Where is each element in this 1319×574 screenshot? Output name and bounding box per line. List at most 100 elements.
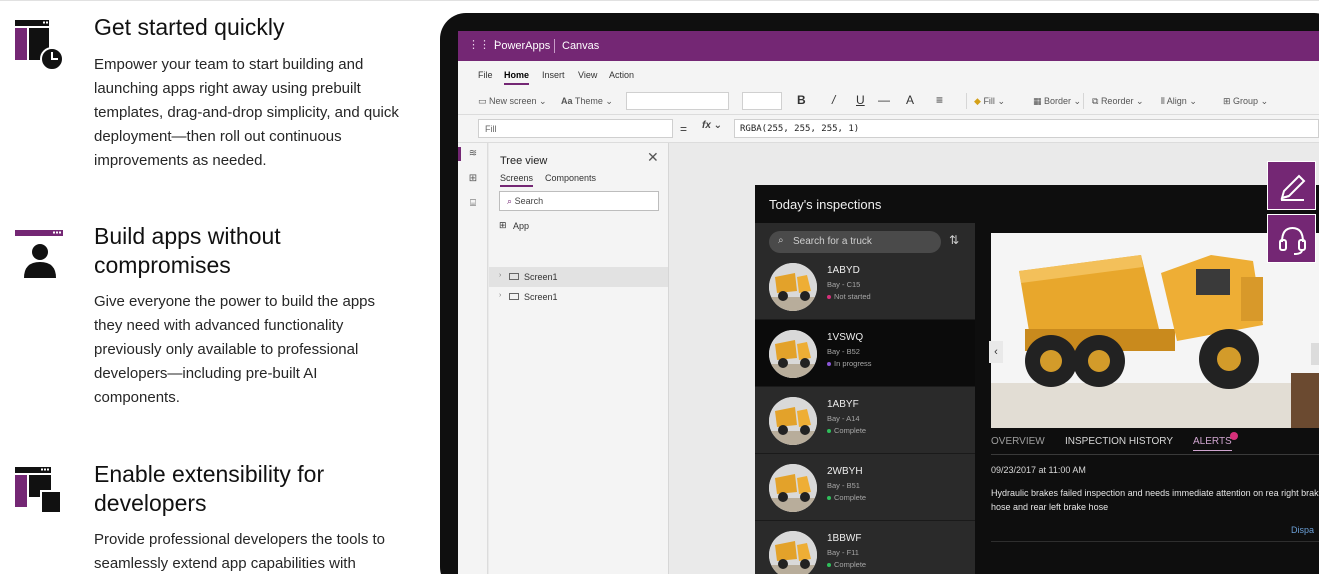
insert-components-icon[interactable]: ⊞ (467, 173, 479, 185)
feature-title: Enable extensibility for developers (94, 461, 325, 516)
menu-action[interactable]: Action (609, 70, 634, 80)
truck-thumbnail (769, 464, 817, 512)
truck-bay: Bay - B51 (827, 481, 860, 490)
truck-status-label: Complete (834, 560, 867, 569)
truck-id: 1ABYF (827, 399, 859, 410)
powerapps-studio-screenshot: ⋮⋮⋮ PowerApps Canvas File Home Insert Vi… (458, 31, 1319, 574)
feature-title: Build apps without compromises (94, 223, 281, 278)
property-dropdown[interactable]: Fill (478, 119, 673, 138)
truck-search-placeholder: Search for a truck (793, 236, 872, 247)
truck-thumbnail (769, 397, 817, 445)
dispatch-link[interactable]: Dispa (1291, 525, 1314, 535)
theme-label: Theme (574, 96, 603, 106)
truck-thumbnail (769, 531, 817, 574)
tab-components[interactable]: Components (545, 173, 596, 183)
italic-button[interactable]: / (832, 93, 835, 107)
ribbon-divider (966, 93, 967, 109)
fill-icon: ◆ (974, 96, 981, 106)
chevron-left-icon[interactable]: ‹ (989, 341, 1003, 363)
formula-input[interactable]: RGBA(255, 255, 255, 1) (734, 119, 1319, 138)
truck-id: 1ABYD (827, 265, 860, 276)
truck-status: Complete (827, 493, 866, 502)
font-size-select[interactable] (742, 92, 782, 110)
edit-button[interactable] (1267, 161, 1316, 210)
edit-icon (1280, 174, 1306, 201)
truck-status: Not started (827, 292, 871, 301)
detail-divider (991, 454, 1319, 455)
align-label: Align (1166, 96, 1187, 106)
menu-file[interactable]: File (478, 70, 493, 80)
layers-icon[interactable]: ≋ (467, 148, 479, 160)
menu-view[interactable]: View (578, 70, 597, 80)
font-family-select[interactable] (626, 92, 729, 110)
feature-get-started: Get started quickly Empower your team to… (0, 0, 420, 190)
brand-label: PowerApps (494, 40, 551, 52)
new-screen-button[interactable]: ▭ New screen ⌄ (478, 96, 547, 107)
truck-bay: Bay - A14 (827, 414, 860, 423)
data-sources-icon[interactable]: ⌸ (467, 198, 479, 210)
menu-home[interactable]: Home (504, 70, 530, 85)
ribbon-divider (1083, 93, 1084, 109)
tree-item-screen[interactable]: › Screen1 (489, 267, 668, 287)
tab-screens[interactable]: Screens (500, 173, 534, 187)
truck-status: Complete (827, 560, 866, 569)
status-dot (827, 429, 831, 434)
close-icon[interactable]: ✕ (647, 149, 659, 166)
group-button[interactable]: ⊞ Group ⌄ (1223, 96, 1268, 107)
status-dot (827, 295, 831, 300)
property-value: Fill (485, 124, 497, 134)
truck-search-input[interactable]: ⌕ Search for a truck (769, 231, 941, 253)
truck-thumbnail (769, 330, 817, 378)
truck-list-item[interactable]: 1VSWQ Bay - B52 In progress (755, 320, 975, 387)
tree-item-app[interactable]: ⊞ App (489, 217, 668, 237)
truck-list-item[interactable]: 1ABYF Bay - A14 Complete (755, 387, 975, 454)
active-indicator (458, 147, 461, 161)
inspection-app-preview: Today's inspections ⌕ Search for a truck… (755, 185, 1319, 574)
border-button[interactable]: ▦ Border ⌄ (1033, 96, 1081, 107)
alert-date: 09/23/2017 at 11:00 AM (991, 465, 1086, 475)
truck-status-label: Complete (834, 426, 867, 435)
tab-overview[interactable]: OVERVIEW (991, 436, 1045, 447)
font-color-button[interactable]: A (906, 93, 914, 107)
support-button[interactable] (1267, 214, 1316, 263)
app-extend-icon (15, 467, 62, 514)
tree-search-input[interactable]: ⌕ Search (499, 191, 659, 211)
fill-button[interactable]: ◆ Fill ⌄ (974, 96, 1005, 107)
group-label: Group (1233, 96, 1259, 106)
sort-icon[interactable]: ⇅ (949, 233, 959, 247)
tab-alerts[interactable]: ALERTS (1193, 436, 1232, 451)
text-align-button[interactable]: ≡ (936, 93, 943, 107)
truck-status-label: Complete (834, 493, 867, 502)
status-dot (827, 496, 831, 501)
chevron-right-icon: › (499, 272, 502, 279)
truck-list-item[interactable]: 1BBWF Bay - F11 Complete (755, 521, 975, 574)
new-screen-label: New screen (489, 96, 537, 106)
left-nav-rail: ≋ ⊞ ⌸ (458, 143, 488, 574)
status-dot (827, 563, 831, 568)
fx-button[interactable]: fx ⌄ (702, 120, 722, 131)
bold-button[interactable]: B (797, 93, 806, 107)
truck-list-item[interactable]: 1ABYD Bay - C15 Not started (755, 253, 975, 320)
screen-icon (509, 293, 519, 300)
fx-label: fx (702, 120, 711, 131)
waffle-icon[interactable]: ⋮⋮⋮ (468, 39, 501, 51)
tab-inspection-history[interactable]: INSPECTION HISTORY (1065, 436, 1173, 447)
chevron-right-icon: › (499, 292, 502, 299)
tree-item-label: App (513, 221, 530, 231)
chevron-right-icon[interactable] (1311, 343, 1319, 365)
screen-icon (509, 273, 519, 280)
tree-item-screen[interactable]: › Screen1 (489, 287, 668, 307)
reorder-button[interactable]: ⧉ Reorder ⌄ (1092, 96, 1144, 107)
detail-divider (991, 541, 1319, 542)
align-button[interactable]: ⫴ Align ⌄ (1161, 96, 1197, 107)
header-divider (554, 39, 555, 53)
underline-button[interactable]: U (856, 93, 865, 107)
strikethrough-button[interactable]: — (878, 93, 890, 107)
truck-id: 2WBYH (827, 466, 863, 477)
truck-bay: Bay - C15 (827, 280, 861, 289)
theme-button[interactable]: Aa Theme ⌄ (561, 96, 613, 107)
app-user-icon (15, 230, 63, 278)
app-clock-icon (15, 20, 64, 71)
truck-list-item[interactable]: 2WBYH Bay - B51 Complete (755, 454, 975, 521)
menu-insert[interactable]: Insert (542, 70, 565, 80)
